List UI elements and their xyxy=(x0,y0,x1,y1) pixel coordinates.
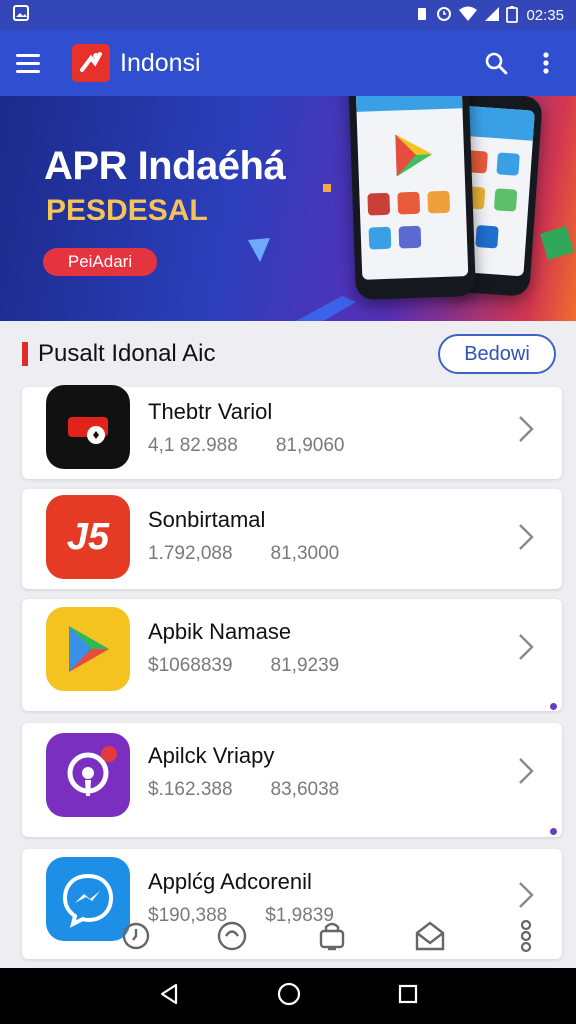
app-name: Thebtr Variol xyxy=(148,399,273,424)
gallery-icon xyxy=(12,4,30,26)
banner-subtitle: PESDESAL xyxy=(46,194,208,227)
app-price: 81,3000 xyxy=(270,543,340,564)
clock-tab-icon[interactable] xyxy=(118,916,154,956)
system-nav-bar xyxy=(0,968,576,1024)
app-name: Apbik Namase xyxy=(148,619,292,644)
brand-logo-icon xyxy=(72,44,110,82)
alarm-icon xyxy=(436,6,452,25)
app-icon-label: J5 xyxy=(66,515,110,558)
chevron-right-icon xyxy=(519,758,534,784)
signal-icon xyxy=(484,6,500,25)
battery-icon xyxy=(506,5,519,26)
more-tab-icon[interactable] xyxy=(508,916,544,956)
app-meta: 4,1 82.988 81,9060 xyxy=(148,435,345,457)
app-meta: $.162.388 83,6038 xyxy=(148,779,339,801)
back-icon[interactable] xyxy=(157,982,181,1011)
home-icon[interactable] xyxy=(276,981,302,1012)
phone-illustration-front xyxy=(347,96,477,301)
section-action-button[interactable]: Bedowi xyxy=(438,334,556,374)
section-title: Pusalt Idonal Aic xyxy=(38,340,216,367)
app-bar: Indonsi xyxy=(0,30,576,96)
menu-button[interactable] xyxy=(16,46,50,80)
indicator-dot xyxy=(550,703,557,710)
app-downloads: 4,1 82.988 xyxy=(148,435,238,456)
chevron-right-icon xyxy=(519,882,534,908)
app-name: Sonbirtamal xyxy=(148,507,266,532)
indicator-dot xyxy=(550,828,557,835)
chevron-right-icon xyxy=(519,524,534,550)
j5-logo-icon: J5 xyxy=(46,495,130,579)
recents-icon[interactable] xyxy=(397,983,419,1010)
decor-card xyxy=(536,224,576,269)
app-meta: 1.792,088 81,3000 xyxy=(148,543,339,565)
app-card[interactable]: Thebtr Variol 4,1 82.988 81,9060 xyxy=(22,385,562,479)
more-vert-icon[interactable] xyxy=(532,49,560,77)
inbox-tab-icon[interactable] xyxy=(412,916,448,956)
search-icon[interactable] xyxy=(482,49,510,77)
chevron-right-icon xyxy=(519,416,534,442)
decor-shard xyxy=(246,236,272,269)
section-header: Pusalt Idonal Aic Bedowi xyxy=(0,321,576,387)
lock-tab-icon[interactable] xyxy=(314,916,350,956)
app-name: Apilck Vriapy xyxy=(148,743,275,768)
vibrate-icon xyxy=(414,6,430,25)
promo-banner[interactable]: APR Indaéhá PESDESAL PeiAdari xyxy=(0,96,576,321)
banner-cta-button[interactable]: PeiAdari xyxy=(43,248,157,276)
app-meta: $1068839 81,9239 xyxy=(148,655,339,677)
section-marker xyxy=(22,342,28,366)
app-price: 81,9239 xyxy=(270,655,340,676)
podcast-icon xyxy=(46,733,130,817)
play-store-icon xyxy=(46,607,130,691)
status-bar: 02:35 xyxy=(0,0,576,30)
app-price: 81,9060 xyxy=(275,435,345,456)
status-time: 02:35 xyxy=(526,6,564,24)
app-card[interactable]: Apbik Namase $1068839 81,9239 xyxy=(22,599,562,711)
chevron-right-icon xyxy=(519,634,534,660)
app-title: Indonsi xyxy=(120,48,201,77)
app-downloads: $.162.388 xyxy=(148,779,233,800)
app-name: Applćg Adcorenil xyxy=(148,869,312,894)
app-downloads: $1068839 xyxy=(148,655,233,676)
wifi-icon xyxy=(458,6,478,25)
app-card[interactable]: J5 Sonbirtamal 1.792,088 81,3000 xyxy=(22,489,562,589)
app-price: 83,6038 xyxy=(270,779,340,800)
chat-tab-icon[interactable] xyxy=(214,916,250,956)
app-card[interactable]: Apilck Vriapy $.162.388 83,6038 xyxy=(22,723,562,837)
decor-cube xyxy=(322,180,332,198)
banner-title: APR Indaéhá xyxy=(44,144,286,188)
app-downloads: 1.792,088 xyxy=(148,543,233,564)
bottom-tab-bar xyxy=(0,910,576,966)
decor-block xyxy=(292,292,358,321)
video-camera-icon xyxy=(46,385,130,469)
